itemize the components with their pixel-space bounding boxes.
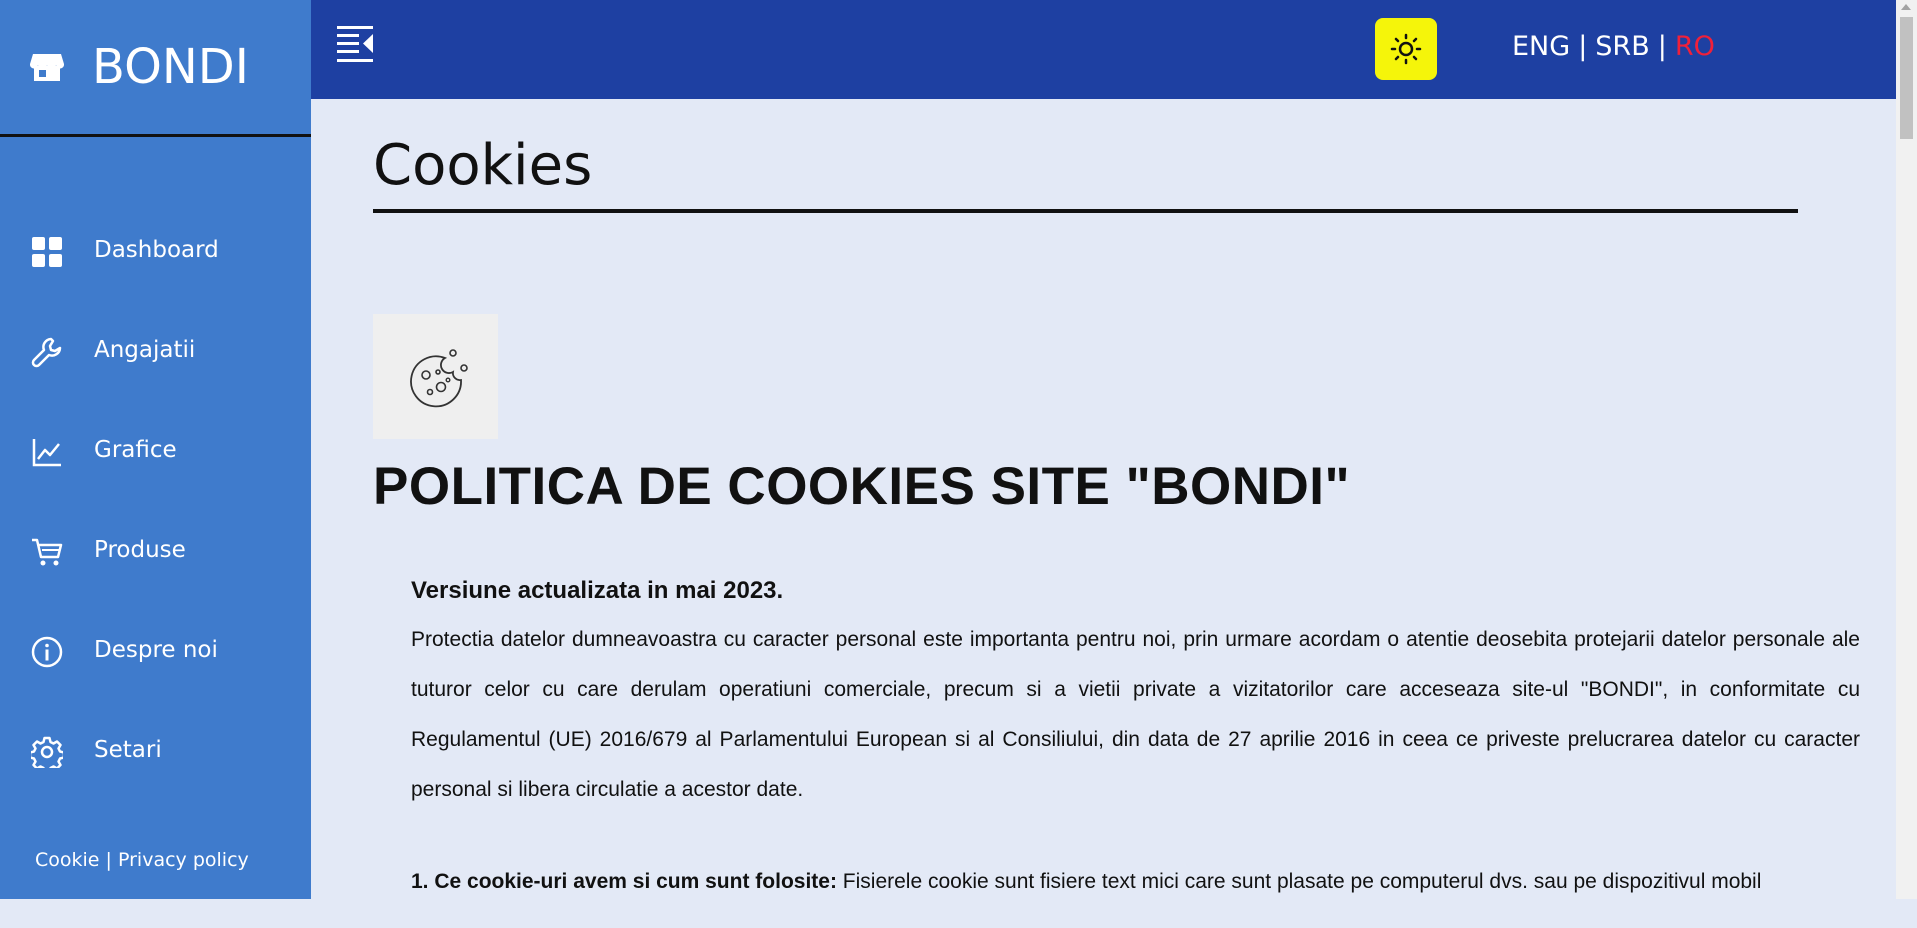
brand-name: BONDI bbox=[92, 39, 249, 95]
sidebar-item-despre-noi[interactable]: Despre noi bbox=[0, 602, 311, 702]
language-eng[interactable]: ENG bbox=[1512, 31, 1570, 62]
language-separator: | bbox=[1657, 31, 1667, 62]
store-icon bbox=[30, 54, 64, 81]
sidebar-item-produse[interactable]: Produse bbox=[0, 502, 311, 602]
gear-icon bbox=[31, 736, 63, 768]
menu-collapse-icon[interactable] bbox=[337, 26, 373, 64]
wrench-icon bbox=[31, 337, 62, 368]
sidebar: BONDI Dashboard Angajatii Grafice Produs… bbox=[0, 0, 311, 899]
main-content: Cookies POLITICA DE COOKIES SITE "BONDI"… bbox=[373, 99, 1860, 899]
page-scrollbar[interactable] bbox=[1896, 0, 1917, 899]
footer-separator: | bbox=[105, 849, 112, 871]
cart-icon bbox=[32, 538, 63, 566]
info-icon bbox=[31, 636, 63, 668]
cookie-image bbox=[373, 314, 498, 439]
language-switcher: ENG | SRB | RO bbox=[1512, 31, 1715, 62]
page-title: Cookies bbox=[373, 133, 593, 198]
grid-icon bbox=[32, 237, 62, 267]
section-1-title: 1. Ce cookie-uri avem si cum sunt folosi… bbox=[411, 870, 837, 893]
sidebar-item-label: Grafice bbox=[94, 437, 177, 463]
sidebar-item-grafice[interactable]: Grafice bbox=[0, 402, 311, 502]
privacy-policy-link[interactable]: Privacy policy bbox=[118, 849, 249, 871]
title-divider bbox=[373, 209, 1798, 213]
sidebar-item-angajatii[interactable]: Angajatii bbox=[0, 302, 311, 402]
sidebar-nav: Dashboard Angajatii Grafice Produse Desp… bbox=[0, 202, 311, 802]
theme-toggle-button[interactable] bbox=[1375, 18, 1437, 80]
sidebar-item-dashboard[interactable]: Dashboard bbox=[0, 202, 311, 302]
policy-content: Versiune actualizata in mai 2023. Protec… bbox=[411, 577, 1860, 928]
sidebar-item-label: Despre noi bbox=[94, 637, 218, 663]
policy-heading: POLITICA DE COOKIES SITE "BONDI" bbox=[373, 457, 1351, 516]
language-separator: | bbox=[1578, 31, 1588, 62]
sidebar-item-setari[interactable]: Setari bbox=[0, 702, 311, 802]
intro-paragraph: Protectia datelor dumneavoastra cu carac… bbox=[411, 628, 1860, 801]
sidebar-item-label: Angajatii bbox=[94, 337, 196, 363]
line-chart-icon bbox=[32, 439, 61, 467]
scrollbar-thumb[interactable] bbox=[1900, 17, 1913, 139]
sidebar-footer: Cookie | Privacy policy bbox=[35, 849, 249, 871]
sidebar-item-label: Produse bbox=[94, 537, 186, 563]
sun-icon bbox=[1390, 33, 1422, 65]
section-1-text: Fisierele cookie sunt fisiere text mici … bbox=[842, 870, 1762, 893]
scroll-up-icon[interactable] bbox=[1901, 4, 1911, 10]
language-ro[interactable]: RO bbox=[1675, 31, 1715, 62]
sidebar-item-label: Setari bbox=[94, 737, 162, 763]
cookie-icon bbox=[409, 348, 468, 407]
topbar: ENG | SRB | RO bbox=[311, 0, 1896, 99]
section-1: 1. Ce cookie-uri avem si cum sunt folosi… bbox=[411, 857, 1860, 907]
sidebar-item-label: Dashboard bbox=[94, 237, 219, 263]
language-srb[interactable]: SRB bbox=[1595, 31, 1649, 62]
brand[interactable]: BONDI bbox=[0, 0, 311, 137]
cookie-link[interactable]: Cookie bbox=[35, 849, 100, 871]
version-note: Versiune actualizata in mai 2023. bbox=[411, 577, 784, 604]
